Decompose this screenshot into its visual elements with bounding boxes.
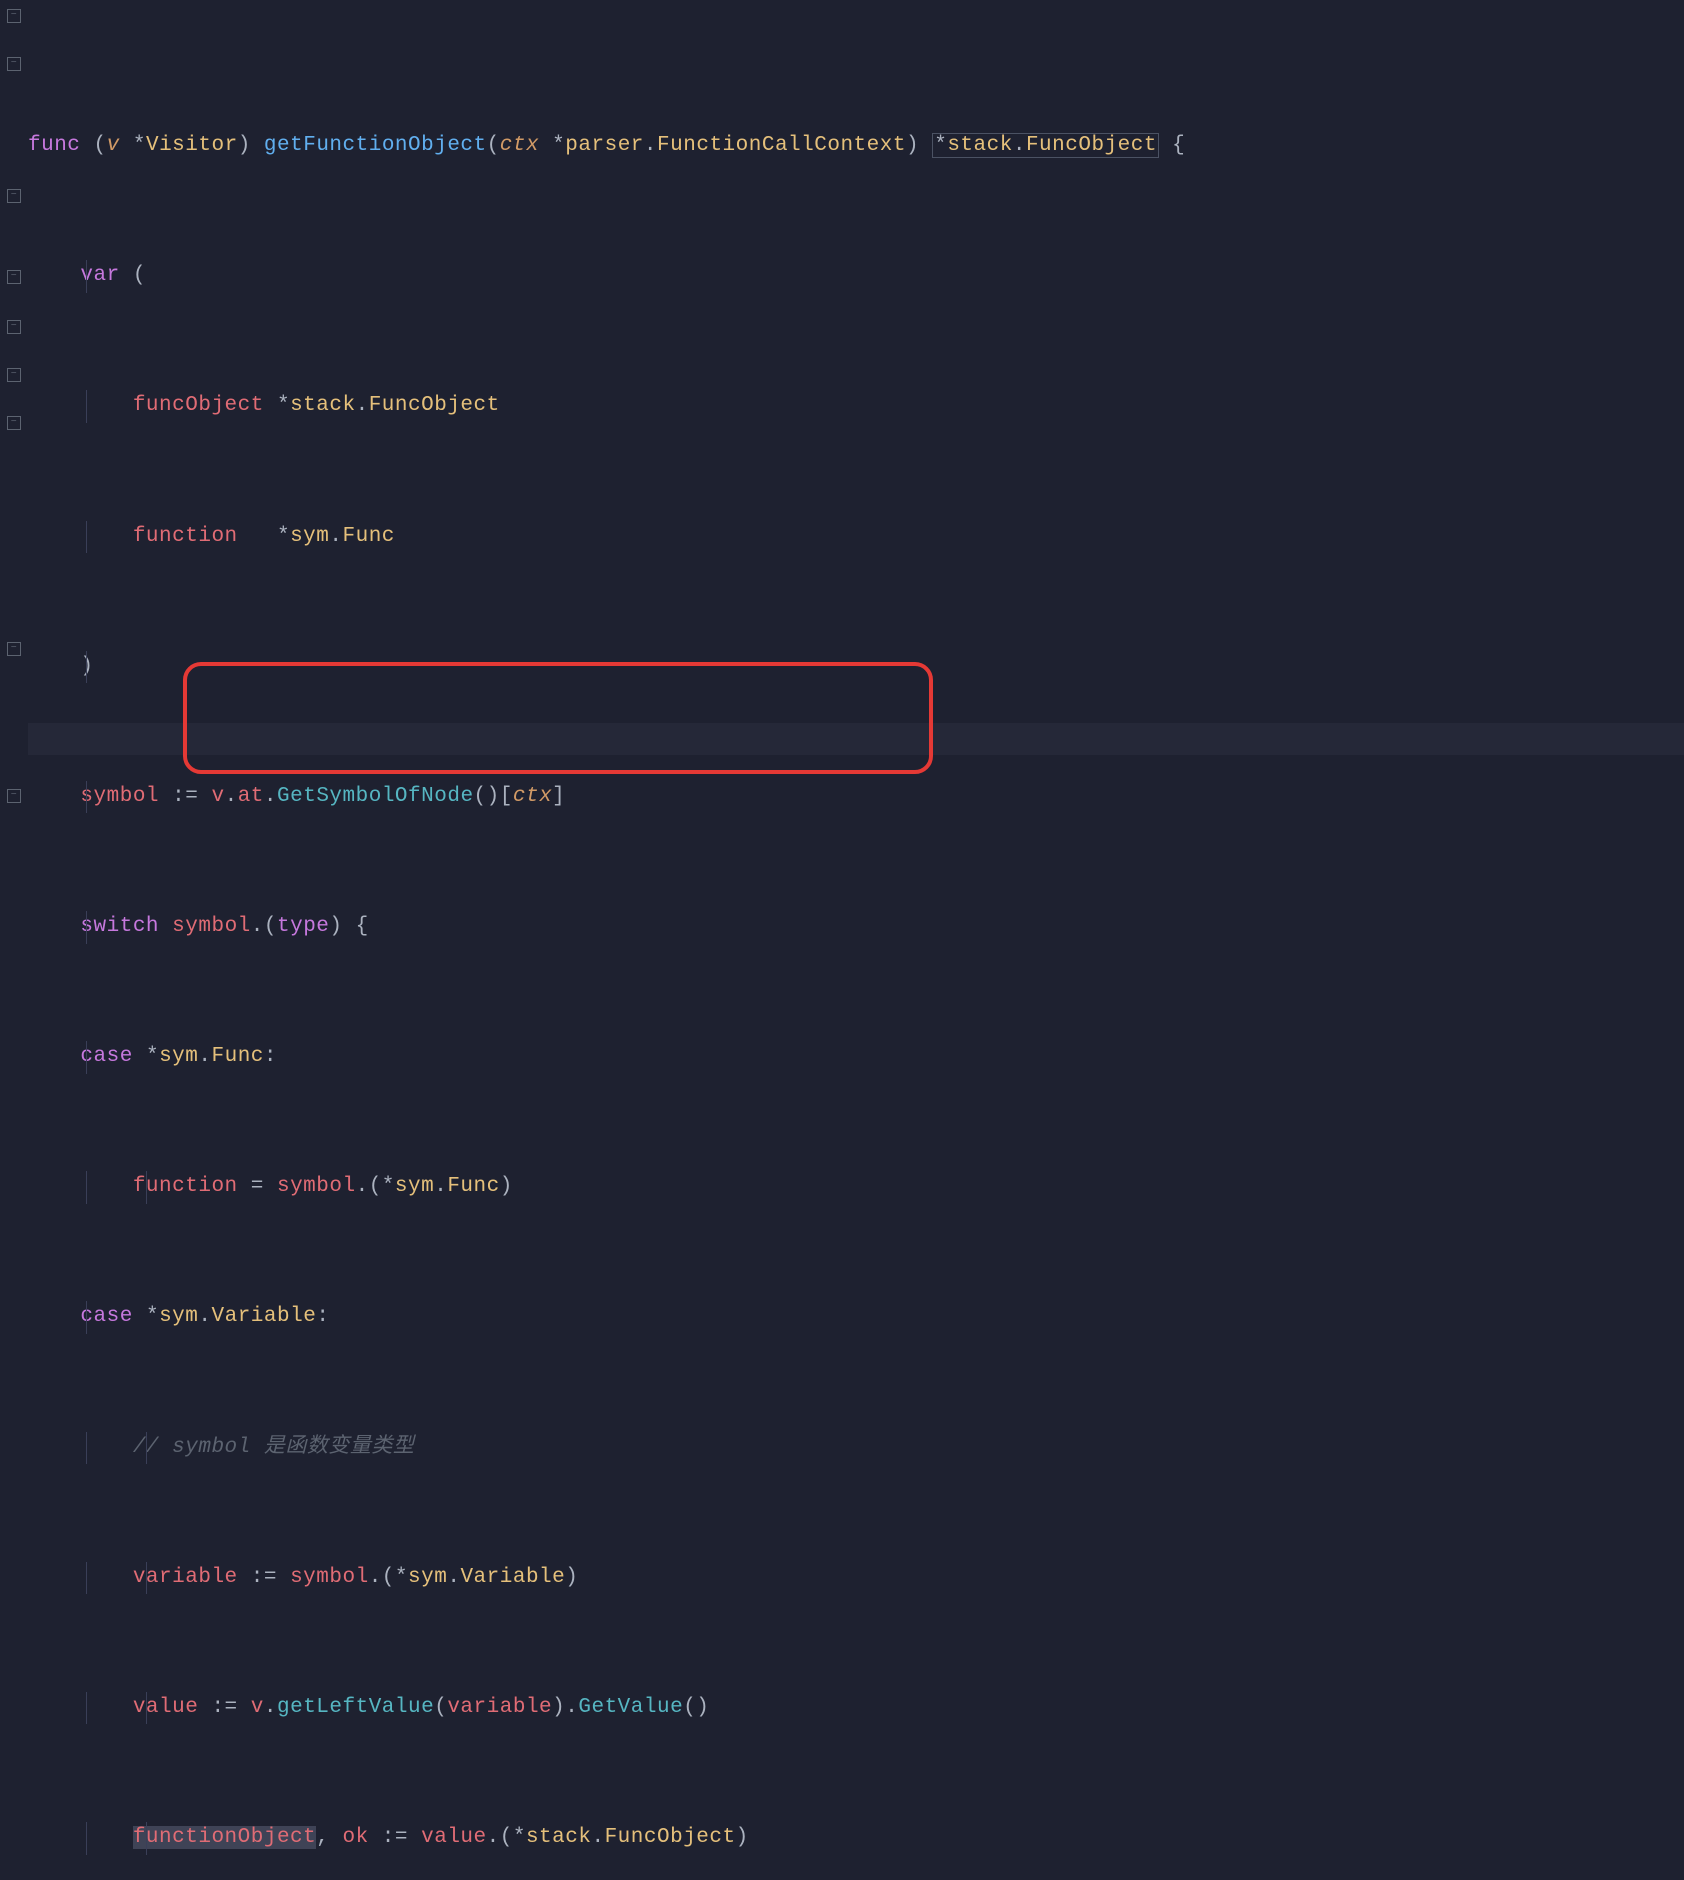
fold-icon[interactable] — [7, 9, 21, 23]
code-line[interactable]: function = symbol.(*sym.Func) — [28, 1171, 1684, 1204]
keyword: func — [28, 134, 80, 157]
gutter — [0, 0, 28, 940]
code-line[interactable]: ) — [28, 651, 1684, 684]
code-line[interactable]: funcObject *stack.FuncObject — [28, 390, 1684, 423]
code-line[interactable]: var ( — [28, 260, 1684, 293]
code-line[interactable]: // symbol 是函数变量类型 — [28, 1432, 1684, 1465]
code-editor[interactable]: func (v *Visitor) getFunctionObject(ctx … — [28, 0, 1684, 1880]
fold-icon[interactable] — [7, 368, 21, 382]
code-line[interactable]: function *sym.Func — [28, 521, 1684, 554]
fold-icon[interactable] — [7, 320, 21, 334]
fold-icon[interactable] — [7, 642, 21, 656]
code-line[interactable]: symbol := v.at.GetSymbolOfNode()[ctx] — [28, 781, 1684, 814]
code-line[interactable]: switch symbol.(type) { — [28, 911, 1684, 944]
fold-icon[interactable] — [7, 416, 21, 430]
return-type-box: *stack.FuncObject — [932, 133, 1159, 158]
fold-icon[interactable] — [7, 789, 21, 803]
code-line[interactable]: case *sym.Variable: — [28, 1301, 1684, 1334]
fold-icon[interactable] — [7, 57, 21, 71]
code-line[interactable]: func (v *Visitor) getFunctionObject(ctx … — [28, 130, 1684, 163]
code-line[interactable]: case *sym.Func: — [28, 1041, 1684, 1074]
code-line[interactable]: value := v.getLeftValue(variable).GetVal… — [28, 1692, 1684, 1725]
code-line[interactable]: functionObject, ok := value.(*stack.Func… — [28, 1822, 1684, 1855]
code-line[interactable]: variable := symbol.(*sym.Variable) — [28, 1562, 1684, 1595]
fold-icon[interactable] — [7, 270, 21, 284]
fold-icon[interactable] — [7, 189, 21, 203]
